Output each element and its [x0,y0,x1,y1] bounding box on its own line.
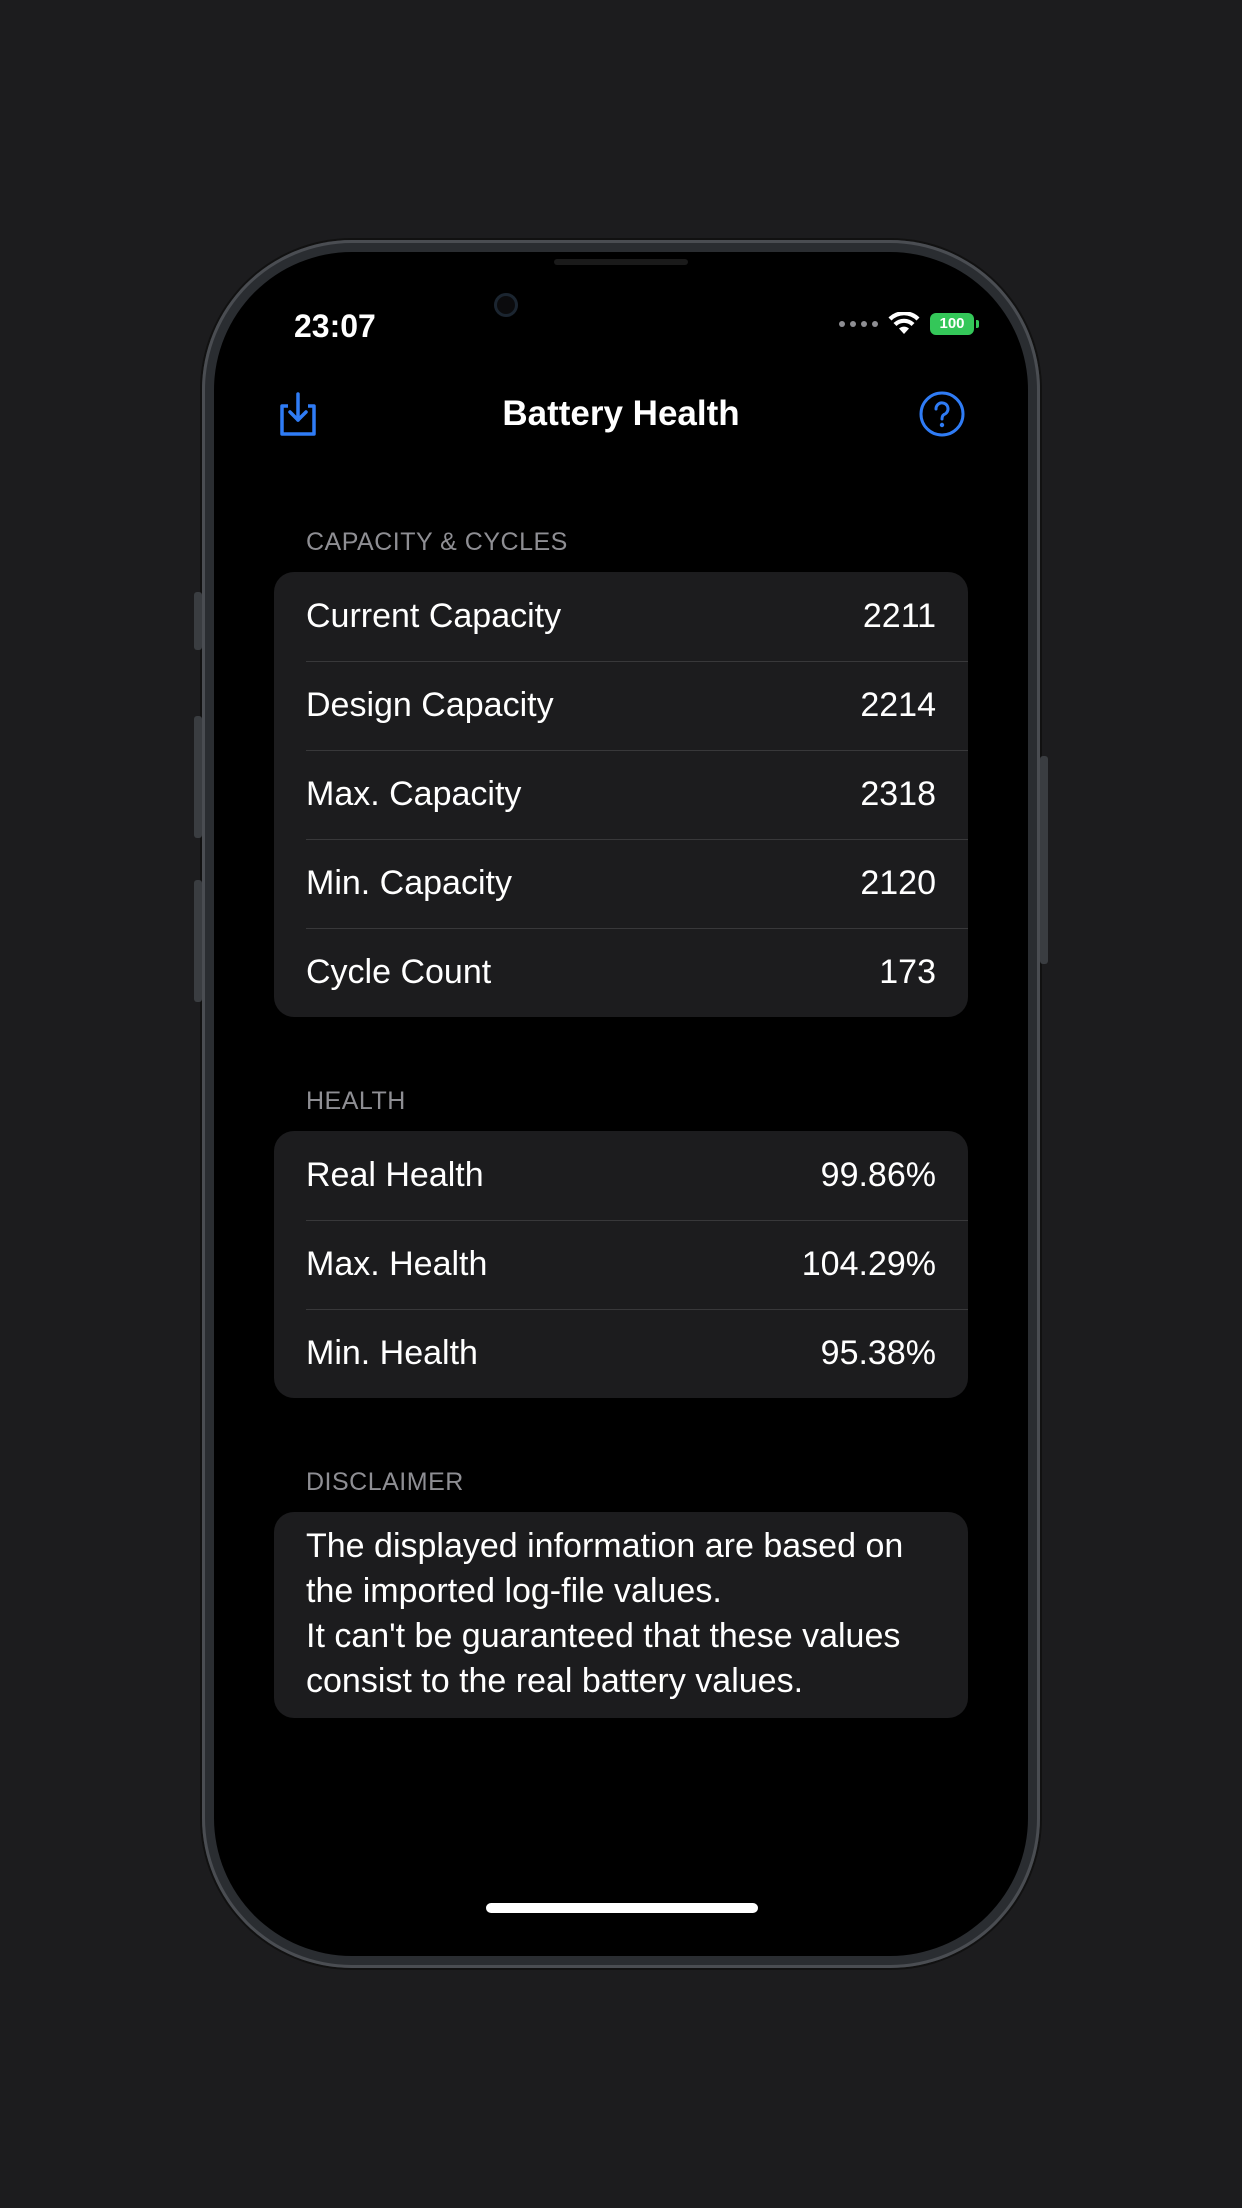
row-value: 95.38% [820,1334,936,1372]
row-value: 2214 [860,686,936,724]
row-value: 2318 [860,775,936,813]
page-title: Battery Health [502,394,740,433]
disclaimer-line-1: The displayed information are based on t… [306,1527,904,1610]
row-label: Cycle Count [306,953,492,991]
row-value: 104.29% [801,1245,936,1283]
health-group: Real Health 99.86% Max. Health 104.29% M… [274,1131,968,1398]
front-camera [494,293,518,317]
row-value: 99.86% [820,1156,936,1194]
capacity-group: Current Capacity 2211 Design Capacity 22… [274,572,968,1017]
row-max-capacity: Max. Capacity 2318 [274,750,968,839]
row-real-health: Real Health 99.86% [274,1131,968,1220]
battery-icon: 100 [930,313,979,335]
side-button [1040,756,1048,964]
row-value: 2120 [860,864,936,902]
help-button[interactable] [918,390,966,438]
row-design-capacity: Design Capacity 2214 [274,661,968,750]
disclaimer-group: The displayed information are based on t… [274,1512,968,1718]
row-label: Real Health [306,1156,484,1194]
disclaimer-text: The displayed information are based on t… [274,1512,968,1718]
wifi-icon [888,312,920,334]
home-indicator[interactable] [486,1903,758,1913]
row-min-capacity: Min. Capacity 2120 [274,839,968,928]
silent-switch [194,592,202,650]
row-min-health: Min. Health 95.38% [274,1309,968,1398]
row-label: Design Capacity [306,686,554,724]
row-max-health: Max. Health 104.29% [274,1220,968,1309]
section-header-disclaimer: DISCLAIMER [306,1468,464,1496]
speaker [554,259,688,265]
volume-up-button [194,716,202,838]
status-indicators: 100 [839,312,979,336]
row-label: Min. Capacity [306,864,512,902]
section-header-capacity: CAPACITY & CYCLES [306,528,568,556]
row-label: Max. Capacity [306,775,522,813]
row-label: Current Capacity [306,597,562,635]
disclaimer-line-2: It can't be guaranteed that these values… [306,1617,901,1700]
status-time: 23:07 [294,308,376,344]
row-value: 173 [879,953,936,991]
row-cycle-count: Cycle Count 173 [274,928,968,1017]
question-circle-icon [919,391,965,437]
section-header-health: HEALTH [306,1087,406,1115]
volume-down-button [194,880,202,1002]
row-label: Max. Health [306,1245,488,1283]
row-value: 2211 [862,597,936,635]
row-current-capacity: Current Capacity 2211 [274,572,968,661]
row-label: Min. Health [306,1334,478,1372]
signal-dots-icon [839,321,878,327]
